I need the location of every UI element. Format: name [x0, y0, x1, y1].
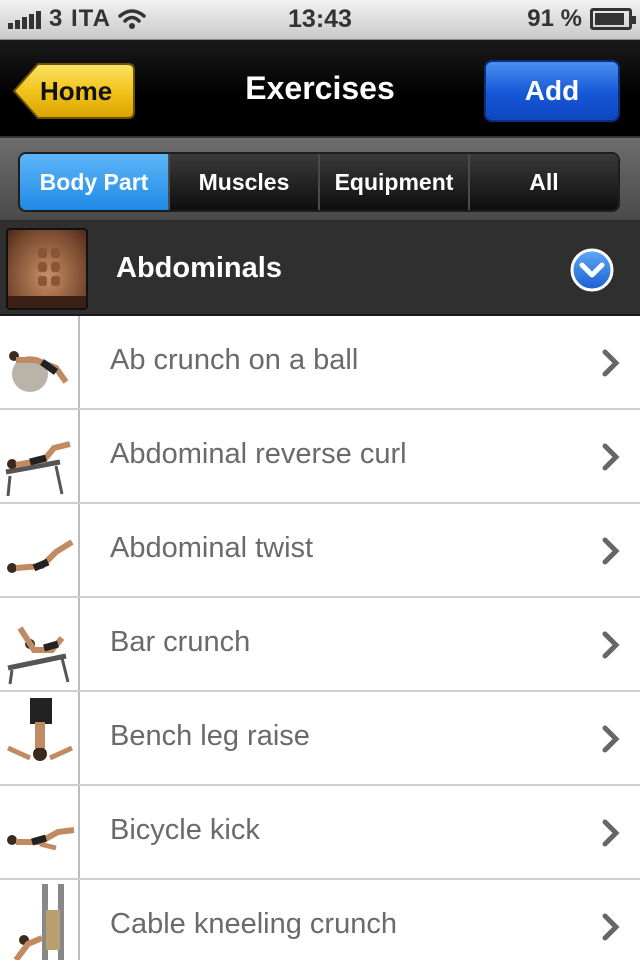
exercise-label: Bicycle kick	[110, 814, 260, 846]
chevron-right-icon	[602, 443, 620, 471]
segment-equipment[interactable]: Equipment	[320, 154, 470, 210]
exercise-thumbnail	[0, 880, 80, 960]
add-button[interactable]: Add	[484, 60, 620, 122]
status-bar: 3 ITA 13:43 91 %	[0, 0, 640, 40]
status-right: 91 %	[527, 5, 636, 33]
segment-all[interactable]: All	[470, 154, 618, 210]
exercise-label: Abdominal twist	[110, 532, 314, 564]
exercise-label: Abdominal reverse curl	[110, 438, 407, 470]
chevron-right-icon	[602, 631, 620, 659]
segment-bar: Body Part Muscles Equipment All	[0, 138, 640, 222]
exercise-thumbnail	[0, 598, 80, 690]
exercise-label: Cable kneeling crunch	[110, 908, 397, 940]
exercise-label: Bar crunch	[110, 626, 251, 658]
list-item[interactable]: Bench leg raise	[0, 692, 640, 786]
exercise-thumbnail	[0, 316, 80, 408]
navigation-bar: Home Exercises Add	[0, 40, 640, 138]
battery-fill	[595, 13, 625, 25]
list-item[interactable]: Abdominal reverse curl	[0, 410, 640, 504]
list-item[interactable]: Cable kneeling crunch	[0, 880, 640, 960]
segment-body-part[interactable]: Body Part	[20, 154, 170, 210]
category-header[interactable]: Abdominals	[0, 222, 640, 316]
exercise-thumbnail	[0, 504, 80, 596]
chevron-down-circle-icon[interactable]	[570, 248, 614, 292]
exercise-thumbnail	[0, 692, 80, 784]
exercise-label: Ab crunch on a ball	[110, 344, 359, 376]
abdominals-thumbnail	[6, 228, 88, 310]
category-title: Abdominals	[116, 252, 282, 284]
battery-icon	[590, 8, 636, 30]
chevron-right-icon	[602, 725, 620, 753]
chevron-right-icon	[602, 349, 620, 377]
chevron-right-icon	[602, 819, 620, 847]
segment-muscles[interactable]: Muscles	[170, 154, 320, 210]
chevron-right-icon	[602, 913, 620, 941]
exercise-thumbnail	[0, 786, 80, 878]
list-item[interactable]: Bicycle kick	[0, 786, 640, 880]
list-item[interactable]: Bar crunch	[0, 598, 640, 692]
exercise-label: Bench leg raise	[110, 720, 310, 752]
exercise-list: Ab crunch on a ball Abdominal reverse cu…	[0, 316, 640, 960]
list-item[interactable]: Abdominal twist	[0, 504, 640, 598]
chevron-right-icon	[602, 537, 620, 565]
battery-percent: 91 %	[527, 5, 582, 32]
list-item[interactable]: Ab crunch on a ball	[0, 316, 640, 410]
exercise-thumbnail	[0, 410, 80, 502]
segmented-control: Body Part Muscles Equipment All	[18, 152, 620, 212]
